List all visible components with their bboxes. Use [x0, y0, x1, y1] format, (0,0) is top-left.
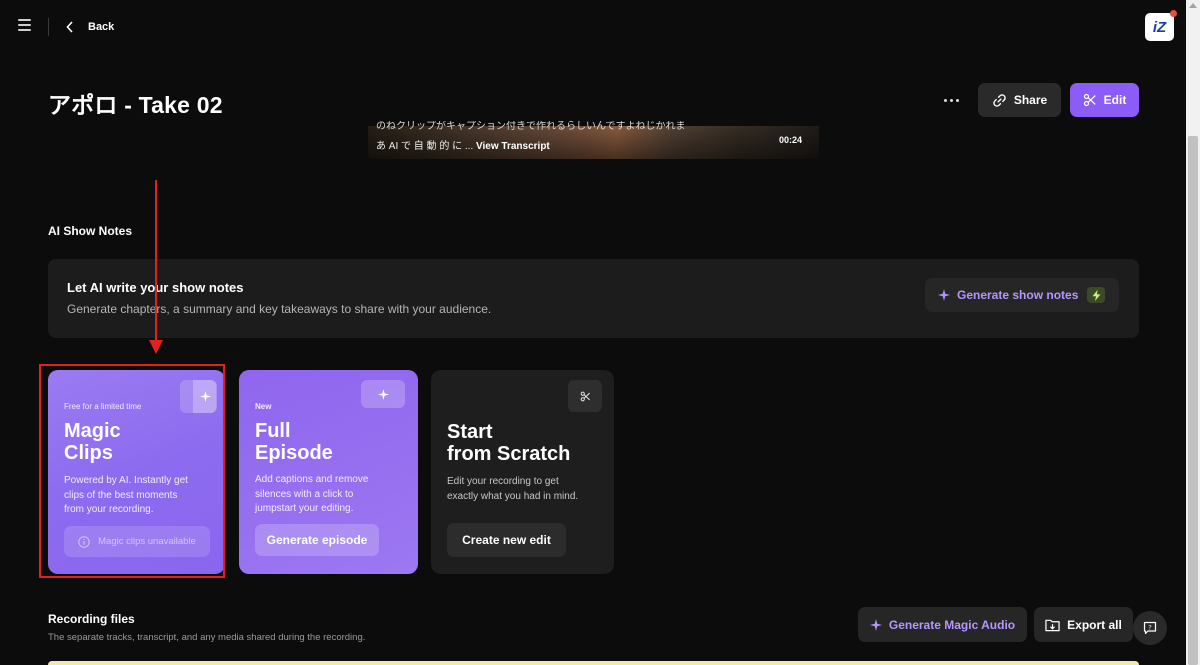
share-label: Share	[1013, 93, 1048, 107]
caption-line: あ AI で 自 動 的 に ... View Transcript	[376, 137, 550, 152]
scrollbar-thumb[interactable]	[1188, 136, 1198, 665]
sparkle-icon	[361, 380, 405, 408]
ai-show-notes-heading: AI Show Notes	[48, 224, 133, 238]
show-notes-panel-subtitle: Generate chapters, a summary and key tak…	[67, 302, 492, 316]
full-desc-line2: silences with a click to	[255, 488, 354, 500]
page-title: アポロ - Take 02	[48, 92, 223, 118]
export-all-label: Export all	[1067, 617, 1122, 632]
scissors-icon	[1083, 93, 1096, 107]
annotation-highlight-box	[39, 364, 225, 578]
notification-dot	[1170, 10, 1177, 17]
lightning-icon	[1087, 287, 1105, 303]
full-episode-title-line1: Full	[255, 420, 291, 442]
scratch-title-line1: Start	[447, 421, 493, 443]
download-folder-icon	[1045, 619, 1060, 631]
annotation-arrow-head	[149, 340, 163, 354]
scratch-desc-line1: Edit your recording to get	[447, 476, 559, 487]
generate-magic-audio-button[interactable]: Generate Magic Audio	[858, 607, 1027, 642]
full-desc-line1: Add captions and remove	[255, 474, 369, 485]
recording-file-item-edge	[48, 661, 1139, 665]
more-options-icon[interactable]	[938, 90, 964, 110]
view-transcript-link[interactable]: View Transcript	[476, 141, 550, 152]
app-logo[interactable]: iZ	[1145, 13, 1174, 41]
export-all-button[interactable]: Export all	[1034, 607, 1133, 642]
sparkle-icon	[869, 618, 882, 631]
link-icon	[993, 93, 1006, 107]
scratch-desc-line2: exactly what you had in mind.	[447, 490, 579, 502]
generate-show-notes-label: Generate show notes	[957, 288, 1079, 302]
caption-text-top: のねクリップがキャプション付きで作れるらしいんですよねじかれま	[376, 121, 686, 132]
share-button[interactable]: Share	[978, 83, 1061, 117]
back-button[interactable]: Back	[66, 16, 114, 38]
edit-button[interactable]: Edit	[1070, 83, 1139, 117]
back-label: Back	[88, 21, 115, 33]
full-episode-tag: New	[255, 402, 272, 411]
topbar-divider	[48, 18, 49, 36]
caption-text: あ AI で 自 動 的 に ...	[376, 141, 474, 152]
video-timestamp: 00:24	[779, 135, 803, 145]
help-chat-icon[interactable]: ?	[1133, 611, 1167, 645]
recording-files-heading: Recording files	[48, 612, 135, 626]
recording-files-subtitle: The separate tracks, transcript, and any…	[48, 632, 366, 643]
hamburger-menu-icon[interactable]	[14, 17, 36, 37]
annotation-arrow-line	[155, 180, 157, 342]
scratch-title-line2: from Scratch	[447, 443, 571, 465]
svg-text:?: ?	[1148, 623, 1151, 631]
full-episode-title-line2: Episode	[255, 442, 333, 464]
start-from-scratch-title: Start from Scratch	[447, 421, 570, 465]
scroll-up-arrow-icon[interactable]	[1189, 3, 1197, 8]
full-episode-description: Add captions and remove silences with a …	[255, 473, 405, 517]
create-new-edit-button[interactable]: Create new edit	[447, 523, 566, 557]
chevron-left-icon	[66, 21, 73, 33]
generate-magic-audio-label: Generate Magic Audio	[888, 617, 1016, 632]
generate-episode-button[interactable]: Generate episode	[255, 524, 379, 556]
sparkle-icon	[938, 289, 950, 301]
full-desc-line3: jumpstart your editing.	[255, 503, 354, 514]
scissors-icon	[568, 380, 602, 412]
full-episode-title: Full Episode	[255, 420, 333, 464]
edit-label: Edit	[1103, 93, 1127, 107]
start-from-scratch-description: Edit your recording to get exactly what …	[447, 475, 597, 504]
